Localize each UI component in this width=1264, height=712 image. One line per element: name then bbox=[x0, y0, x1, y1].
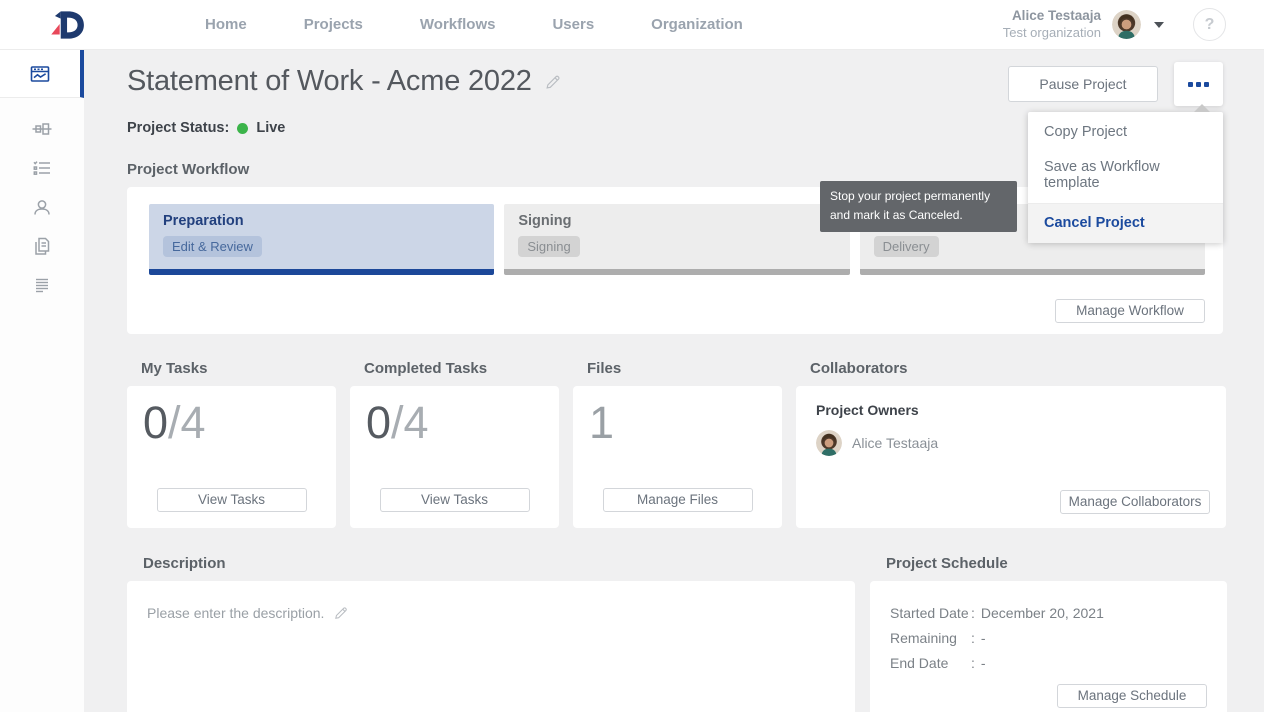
project-owners-label: Project Owners bbox=[816, 402, 1210, 418]
avatar-image bbox=[816, 430, 842, 456]
description-placeholder: Please enter the description. bbox=[147, 605, 324, 621]
stage-signing[interactable]: Signing Signing bbox=[504, 204, 849, 275]
view-completed-tasks-button[interactable]: View Tasks bbox=[380, 488, 530, 512]
my-tasks-label: My Tasks bbox=[127, 360, 336, 377]
manage-files-button[interactable]: Manage Files bbox=[603, 488, 753, 512]
user-name: Alice Testaaja bbox=[1003, 8, 1101, 25]
more-options-button[interactable] bbox=[1174, 62, 1223, 106]
files-card: 1 Manage Files bbox=[573, 386, 782, 528]
stage-title: Preparation bbox=[163, 213, 480, 229]
avatar-image bbox=[1112, 10, 1141, 39]
owner-row: Alice Testaaja bbox=[816, 430, 1210, 456]
collaborators-label: Collaborators bbox=[796, 360, 1226, 377]
edit-description-icon[interactable] bbox=[333, 605, 349, 621]
nav-item-workflows[interactable]: Workflows bbox=[420, 16, 496, 33]
completed-tasks-count: 0/4 bbox=[366, 398, 543, 448]
users-icon bbox=[30, 195, 54, 219]
notes-icon bbox=[30, 273, 54, 297]
completed-tasks-label: Completed Tasks bbox=[350, 360, 559, 377]
edit-title-icon[interactable] bbox=[544, 73, 562, 91]
menu-item-cancel-project[interactable]: Cancel Project bbox=[1028, 204, 1223, 243]
app-logo[interactable] bbox=[46, 9, 90, 41]
project-status-value: Live bbox=[256, 120, 285, 136]
menu-item-save-as-workflow-template[interactable]: Save as Workflow template bbox=[1028, 150, 1223, 201]
user-menu[interactable]: Alice Testaaja Test organization ? bbox=[1003, 8, 1226, 41]
sidebar-item-users[interactable] bbox=[0, 188, 84, 226]
pause-project-button[interactable]: Pause Project bbox=[1008, 66, 1158, 102]
top-nav: Home Projects Workflows Users Organizati… bbox=[0, 0, 1264, 50]
user-info: Alice Testaaja Test organization bbox=[1003, 8, 1101, 41]
help-button[interactable]: ? bbox=[1193, 8, 1226, 41]
completed-tasks-card: 0/4 View Tasks bbox=[350, 386, 559, 528]
sidebar-item-tasks[interactable] bbox=[0, 149, 84, 187]
sidebar-item-files[interactable] bbox=[0, 227, 84, 265]
schedule-row-started: Started Date:December 20, 2021 bbox=[890, 605, 1207, 622]
stage-chip: Delivery bbox=[874, 236, 939, 257]
stage-chip: Signing bbox=[518, 236, 579, 257]
view-tasks-button[interactable]: View Tasks bbox=[157, 488, 307, 512]
project-status-label: Project Status: bbox=[127, 120, 229, 136]
user-avatar[interactable] bbox=[1112, 10, 1141, 39]
owner-name: Alice Testaaja bbox=[852, 435, 938, 451]
sidebar-item-dashboard[interactable] bbox=[0, 50, 84, 98]
nav-item-projects[interactable]: Projects bbox=[304, 16, 363, 33]
dashboard-icon bbox=[28, 62, 52, 86]
status-live-dot bbox=[237, 123, 248, 134]
more-options-icon bbox=[1188, 82, 1193, 87]
stage-chip: Edit & Review bbox=[163, 236, 262, 257]
description-label: Description bbox=[127, 555, 855, 572]
more-options-menu: Copy Project Save as Workflow template C… bbox=[1028, 112, 1223, 243]
page-title: Statement of Work - Acme 2022 bbox=[127, 65, 532, 98]
sidebar bbox=[0, 50, 84, 712]
project-schedule-label: Project Schedule bbox=[870, 555, 1227, 572]
nav-item-organization[interactable]: Organization bbox=[651, 16, 743, 33]
files-count: 1 bbox=[589, 398, 766, 448]
stage-preparation[interactable]: Preparation Edit & Review bbox=[149, 204, 494, 275]
nav-item-users[interactable]: Users bbox=[552, 16, 594, 33]
my-tasks-count: 0/4 bbox=[143, 398, 320, 448]
user-menu-caret-icon[interactable] bbox=[1154, 22, 1164, 28]
workflow-icon bbox=[30, 117, 54, 141]
files-icon bbox=[30, 234, 54, 258]
sidebar-item-notes[interactable] bbox=[0, 266, 84, 304]
owner-avatar bbox=[816, 430, 842, 456]
user-organization: Test organization bbox=[1003, 25, 1101, 41]
cancel-project-tooltip: Stop your project permanently and mark i… bbox=[820, 181, 1017, 232]
description-card: Please enter the description. bbox=[127, 581, 855, 712]
stage-title: Signing bbox=[518, 213, 835, 229]
nav-item-home[interactable]: Home bbox=[205, 16, 247, 33]
manage-collaborators-button[interactable]: Manage Collaborators bbox=[1060, 490, 1210, 514]
collaborators-card: Project Owners bbox=[796, 386, 1226, 528]
logo-icon bbox=[46, 9, 86, 41]
project-schedule-card: Started Date:December 20, 2021 Remaining… bbox=[870, 581, 1227, 712]
menu-item-copy-project[interactable]: Copy Project bbox=[1028, 115, 1223, 150]
main-nav: Home Projects Workflows Users Organizati… bbox=[205, 16, 743, 33]
manage-workflow-button[interactable]: Manage Workflow bbox=[1055, 299, 1205, 323]
schedule-row-end: End Date:- bbox=[890, 655, 1207, 672]
files-label: Files bbox=[573, 360, 782, 377]
schedule-row-remaining: Remaining:- bbox=[890, 630, 1207, 647]
manage-schedule-button[interactable]: Manage Schedule bbox=[1057, 684, 1207, 708]
tasks-icon bbox=[30, 156, 54, 180]
my-tasks-card: 0/4 View Tasks bbox=[127, 386, 336, 528]
sidebar-item-workflow[interactable] bbox=[0, 110, 84, 148]
main-content: Statement of Work - Acme 2022 Pause Proj… bbox=[84, 50, 1264, 712]
